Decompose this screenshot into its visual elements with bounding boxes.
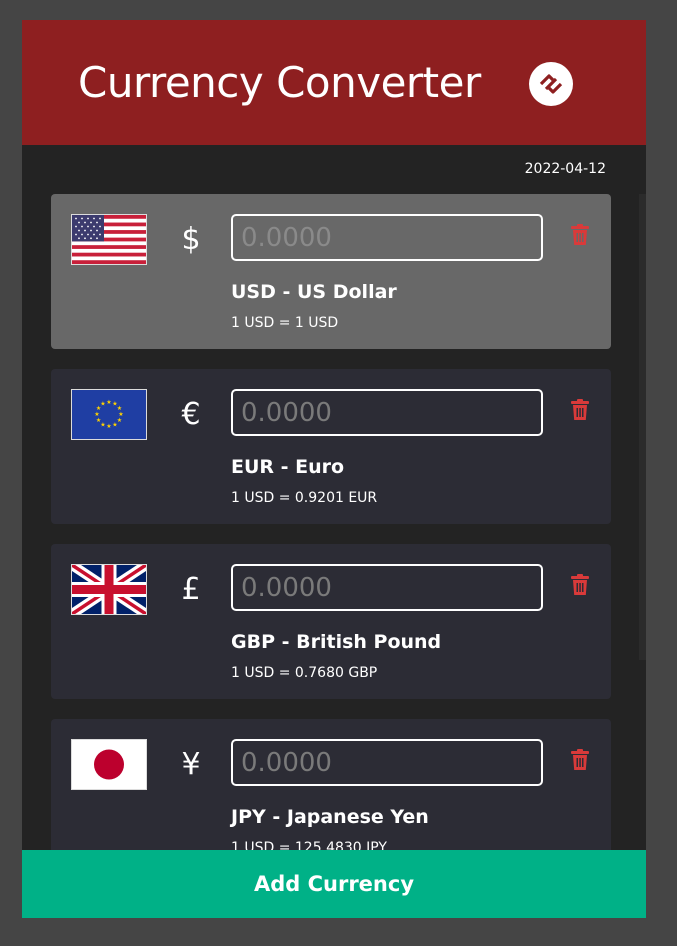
rates-date: 2022-04-12 (524, 161, 606, 177)
svg-text:★: ★ (100, 401, 105, 408)
amount-input-jpy[interactable] (231, 739, 543, 786)
currency-name: JPY - Japanese Yen (231, 806, 429, 828)
exchange-rate: 1 USD = 0.9201 EUR (231, 490, 378, 506)
page-title: Currency Converter (78, 58, 481, 107)
amount-input-usd[interactable] (231, 214, 543, 261)
eu-flag-icon: ★ ★ ★ ★ ★ ★ ★ ★ ★ ★ ★ ★ (71, 389, 147, 440)
currency-symbol: ¥ (181, 747, 201, 782)
currency-card-usd[interactable]: $ USD - US Dollar 1 USD = 1 USD (51, 194, 611, 349)
svg-text:★: ★ (96, 417, 101, 424)
svg-text:★: ★ (106, 423, 111, 430)
exchange-icon (529, 62, 573, 106)
trash-icon[interactable] (570, 749, 590, 771)
app-window: Currency Converter 2022-04-12 $ 0.0000 U… (22, 20, 646, 918)
trash-icon[interactable] (570, 224, 590, 246)
amount-input-gbp[interactable] (231, 564, 543, 611)
currency-card-gbp[interactable]: £ GBP - British Pound 1 USD = 0.7680 GBP (51, 544, 611, 699)
us-flag-icon (71, 214, 147, 265)
trash-icon[interactable] (570, 574, 590, 596)
svg-text:★: ★ (94, 411, 99, 418)
scrollbar[interactable] (639, 194, 646, 660)
currency-name: GBP - British Pound (231, 631, 442, 653)
svg-text:★: ★ (106, 399, 111, 406)
currency-symbol: $ (181, 222, 201, 257)
add-currency-button[interactable]: Add Currency (22, 850, 646, 918)
svg-text:★: ★ (112, 421, 117, 428)
trash-icon[interactable] (570, 399, 590, 421)
jp-flag-icon (71, 739, 147, 790)
currency-symbol: £ (181, 572, 201, 607)
amount-input-eur[interactable] (231, 389, 543, 436)
currency-name: EUR - Euro (231, 456, 345, 478)
currency-name: USD - US Dollar (231, 281, 397, 303)
currency-card-eur[interactable]: ★ ★ ★ ★ ★ ★ ★ ★ ★ ★ ★ ★ € 0.0000 EUR - E… (51, 369, 611, 524)
currency-list: $ USD - US Dollar 1 USD = 1 USD (51, 194, 611, 894)
header: Currency Converter (22, 20, 646, 145)
exchange-rate: 1 USD = 0.7680 GBP (231, 665, 378, 681)
currency-symbol: € (181, 397, 201, 432)
uk-flag-icon (71, 564, 147, 615)
exchange-rate: 1 USD = 1 USD (231, 315, 339, 331)
